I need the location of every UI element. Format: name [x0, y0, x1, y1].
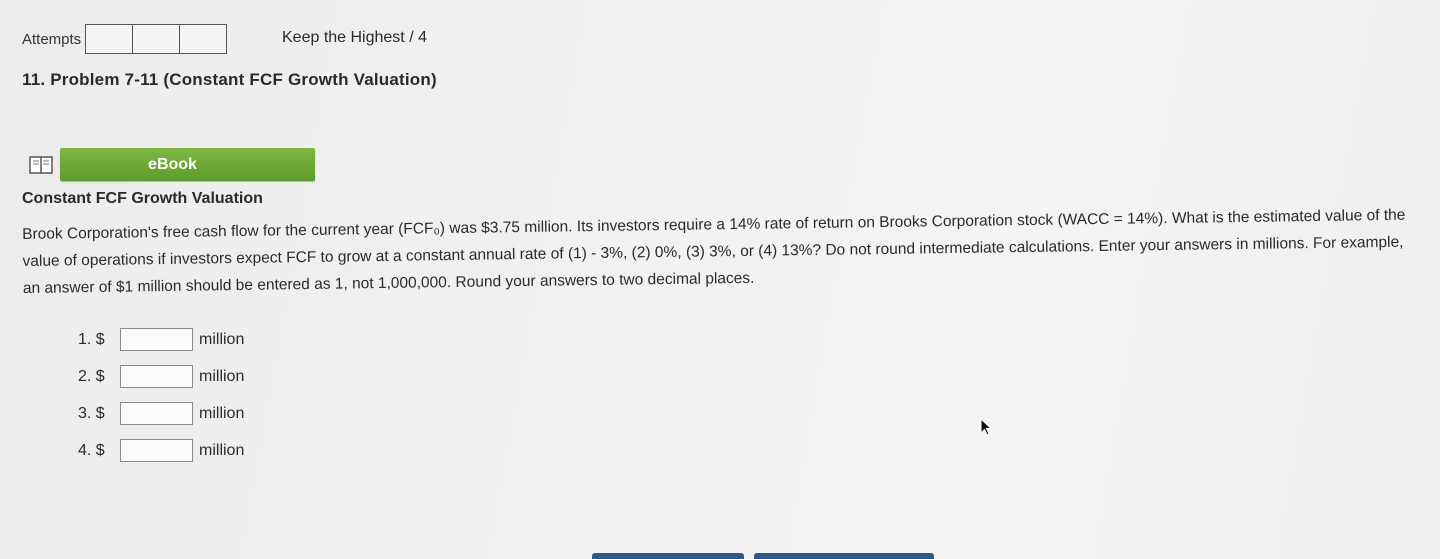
answer-row-3: 3. $ million — [78, 395, 244, 432]
answer-label: 2. $ — [78, 367, 105, 385]
attempt-box — [180, 25, 227, 53]
attempt-boxes — [85, 24, 228, 54]
footer-button-left[interactable] — [592, 553, 744, 559]
answer-input-2[interactable] — [120, 365, 193, 388]
book-icon[interactable] — [26, 150, 56, 180]
unit-label: million — [199, 330, 245, 348]
answer-row-2: 2. $ million — [78, 358, 244, 395]
answer-row-4: 4. $ million — [78, 432, 244, 469]
answer-label: 1. $ — [78, 330, 105, 348]
answer-input-1[interactable] — [120, 328, 193, 351]
attempt-box — [133, 25, 181, 53]
attempts-row: Attempts — [22, 24, 228, 54]
problem-title: 11. Problem 7-11 (Constant FCF Growth Va… — [22, 70, 437, 89]
answer-label: 3. $ — [78, 404, 105, 422]
section-title: Constant FCF Growth Valuation — [22, 190, 263, 207]
answer-input-4[interactable] — [120, 439, 193, 462]
keep-highest-label: Keep the Highest / 4 — [282, 29, 427, 46]
answer-input-3[interactable] — [120, 402, 193, 425]
problem-body-text: Brook Corporation's free cash flow for t… — [22, 206, 1406, 297]
unit-label: million — [199, 441, 245, 459]
answer-row-1: 1. $ million — [78, 321, 244, 358]
unit-label: million — [199, 404, 245, 422]
answers-list: 1. $ million 2. $ million 3. $ million 4… — [78, 321, 244, 469]
answer-label: 4. $ — [78, 441, 105, 459]
attempts-label: Attempts — [22, 30, 82, 48]
unit-label: million — [199, 367, 245, 385]
mouse-cursor-icon — [980, 417, 994, 443]
ebook-row: eBook — [26, 148, 315, 181]
attempt-box — [86, 25, 134, 53]
ebook-button[interactable]: eBook — [60, 148, 315, 181]
footer-button-right[interactable] — [754, 553, 934, 559]
